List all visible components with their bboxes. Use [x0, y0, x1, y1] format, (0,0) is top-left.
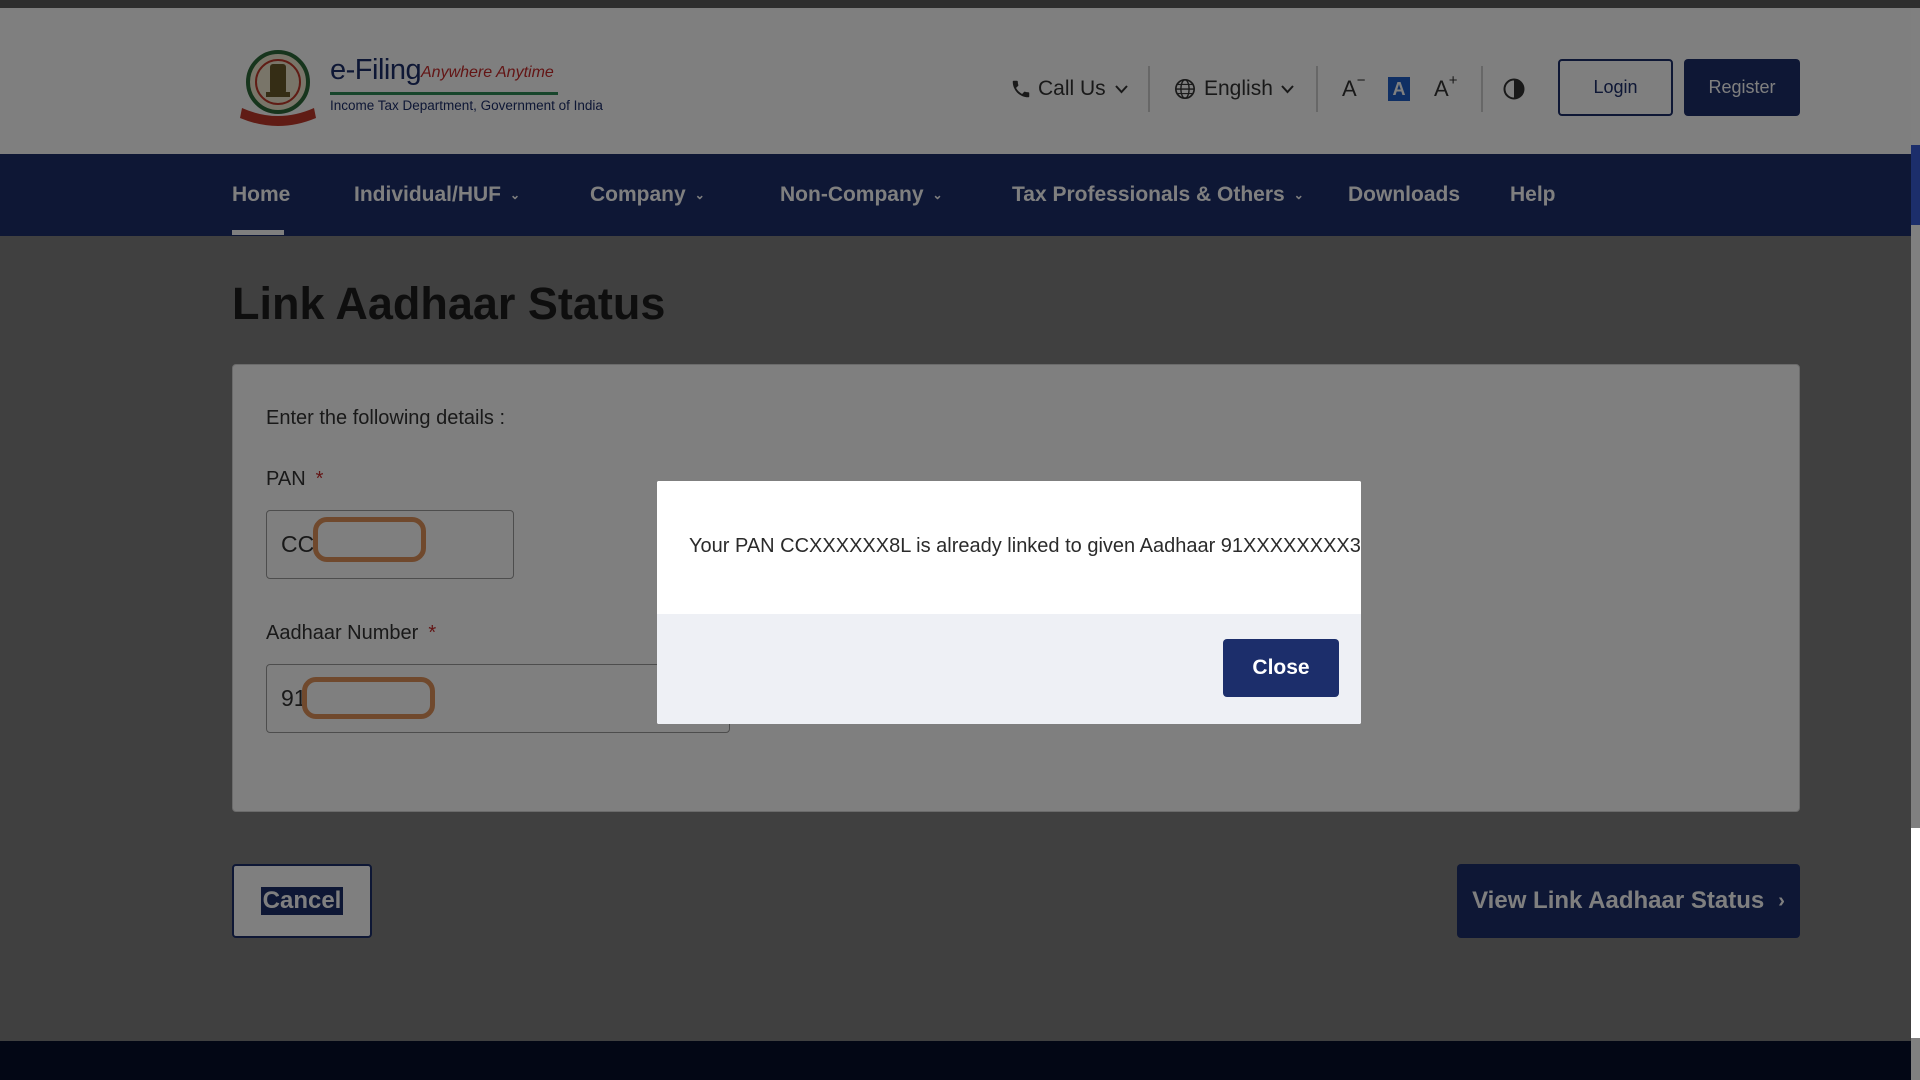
- page-edge-accent: [1911, 145, 1920, 225]
- page-edge-blank: [1911, 828, 1920, 1038]
- dialog-body: Your PAN CCXXXXXX8L is already linked to…: [657, 481, 1361, 614]
- window-top-strip: [0, 0, 1920, 8]
- link-status-dialog: Your PAN CCXXXXXX8L is already linked to…: [657, 481, 1361, 724]
- close-button[interactable]: Close: [1223, 639, 1339, 697]
- dialog-message: Your PAN CCXXXXXX8L is already linked to…: [689, 535, 1361, 557]
